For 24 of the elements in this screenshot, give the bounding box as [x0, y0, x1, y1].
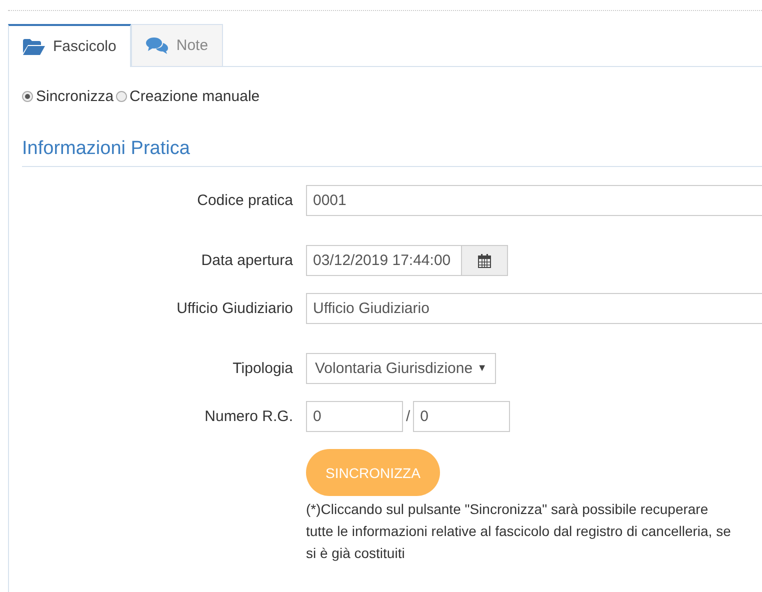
- type-dropdown[interactable]: Volontaria Giurisdizione ▼: [306, 353, 496, 384]
- text-field[interactable]: Ufficio Giudiziario: [306, 293, 762, 324]
- field-label: Tipologia: [232, 360, 294, 377]
- calendar-icon: [478, 254, 491, 268]
- caret-icon: ▼: [477, 363, 487, 374]
- calendar-button[interactable]: [462, 245, 508, 276]
- tab[interactable]: Fascicolo: [8, 24, 132, 67]
- radio-label: Creazione manuale: [130, 88, 260, 105]
- section-heading: Informazioni Pratica: [22, 138, 762, 167]
- radio-button[interactable]: [22, 91, 33, 102]
- date-field[interactable]: 03/12/2019 17:44:00: [306, 245, 462, 276]
- field-label: Numero R.G.: [204, 408, 294, 425]
- folder-icon: [23, 38, 45, 54]
- slash-separator: /: [405, 408, 412, 425]
- text-field[interactable]: 0001: [306, 185, 762, 216]
- number-field[interactable]: 0: [306, 401, 403, 432]
- sync-note: (*)Cliccando sul pulsante "Sincronizza" sarà possibile recuperare tutte le informazioni relative al fascicolo dal registro di cancelleria, se si è già costituiti: [306, 500, 731, 563]
- field-label: Data apertura: [200, 252, 294, 269]
- chat-icon: [146, 37, 168, 54]
- year-field[interactable]: 0: [413, 401, 510, 432]
- radio-button[interactable]: [116, 91, 127, 102]
- field-label: Codice pratica: [196, 192, 294, 209]
- field-label: Ufficio Giudiziario: [176, 300, 294, 317]
- radio-label: Sincronizza: [36, 88, 114, 105]
